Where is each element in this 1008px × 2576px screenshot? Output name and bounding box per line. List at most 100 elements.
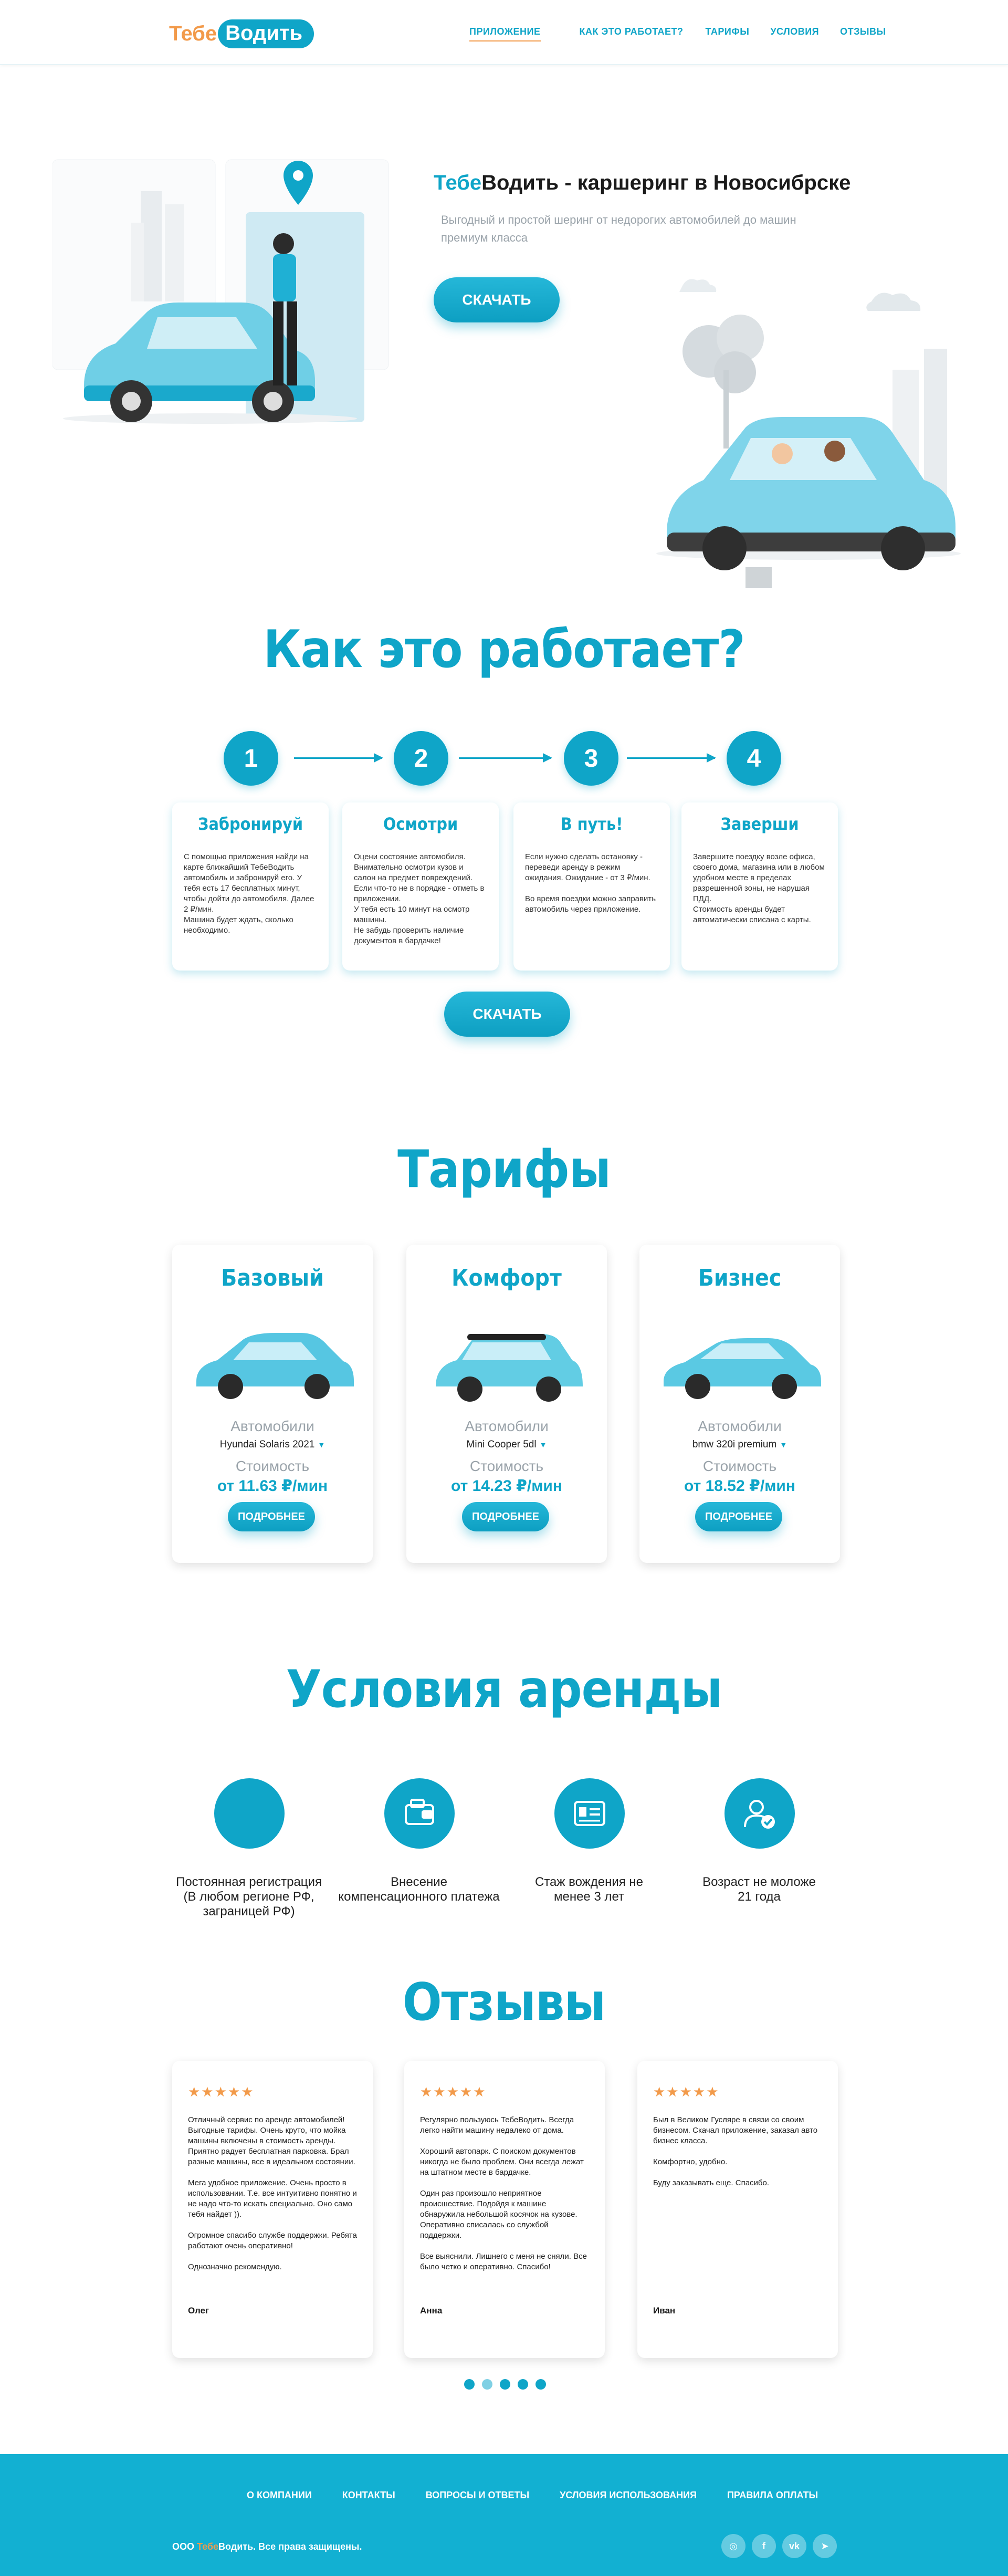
tariff-model-select[interactable]: Hyundai Solaris 2021 ▼ <box>172 1439 373 1451</box>
nav-item-reviews[interactable]: ОТЗЫВЫ <box>840 26 886 41</box>
chevron-down-icon: ▼ <box>539 1441 547 1449</box>
reviews-section-title: Отзывы <box>402 1973 606 2032</box>
tariff-name: Бизнес <box>698 1265 782 1291</box>
review-text: Регулярно пользуюсь ТебеВодить. Всегда л… <box>420 2115 587 2271</box>
tariff-card-business: Бизнес Автомобили bmw 320i premium ▼ Стои… <box>639 1245 840 1563</box>
hero-title: ТебеВодить - каршеринг в Новосибрске <box>434 171 850 195</box>
step-title: Осмотри <box>383 814 458 834</box>
carousel-dot[interactable] <box>536 2379 546 2390</box>
tariff-details-button[interactable]: ПОДРОБНЕЕ <box>462 1502 549 1531</box>
tariff-model-select[interactable]: Mini Cooper 5dl ▼ <box>406 1439 607 1451</box>
tariffs-section-title: Тарифы <box>397 1140 611 1200</box>
tariff-card-basic: Базовый Автомобили Hyundai Solaris 2021 ▼… <box>172 1245 373 1563</box>
copyright: ООО ТебеВодить. Все права защищены. <box>172 2541 362 2552</box>
how-download-button[interactable]: СКАЧАТЬ <box>444 992 570 1037</box>
review-card: ★★★★★ Был в Великом Гусляре в связи со с… <box>637 2061 838 2358</box>
rating-stars: ★★★★★ <box>188 2084 255 2100</box>
tariff-model-select[interactable]: bmw 320i premium ▼ <box>639 1439 840 1451</box>
hero-title-rest: - каршеринг в Новосибрске <box>559 171 851 194</box>
review-author: Анна <box>420 2306 443 2316</box>
condition-text: Возраст не моложе 21 года <box>702 1875 816 1904</box>
step-number-3: 3 <box>564 731 618 786</box>
footer-link-terms[interactable]: УСЛОВИЯ ИСПОЛЬЗОВАНИЯ <box>560 2490 697 2501</box>
step-card-2: Осмотри Оцени состояние автомобиля. Вним… <box>342 802 499 971</box>
tariff-model: Hyundai Solaris 2021 <box>219 1439 315 1450</box>
vk-icon[interactable]: vk <box>782 2534 806 2558</box>
step-title: В путь! <box>560 814 623 834</box>
person-check-icon <box>724 1778 795 1849</box>
hero-illustration-man-car <box>52 159 389 424</box>
tariff-card-comfort: Комфорт Автомобили Mini Cooper 5dl ▼ Стои… <box>406 1245 607 1563</box>
step-card-4: Заверши Завершите поездку возле офиса, с… <box>681 802 838 971</box>
facebook-icon[interactable]: f <box>752 2534 776 2558</box>
condition-text: Стаж вождения не менее 3 лет <box>534 1875 643 1904</box>
carousel-dot[interactable] <box>518 2379 528 2390</box>
passport-icon <box>214 1778 285 1849</box>
carousel-dot[interactable] <box>500 2379 510 2390</box>
condition-text: Внесение компенсационного платежа <box>338 1875 500 1904</box>
chevron-down-icon: ▼ <box>780 1441 788 1449</box>
step-arrow-icon <box>294 753 383 763</box>
step-title: Забронируй <box>198 814 303 834</box>
tariff-cost-label: Стоимость <box>469 1458 544 1474</box>
car-image <box>196 1333 354 1399</box>
footer-nav: О КОМПАНИИ КОНТАКТЫ ВОПРОСЫ И ОТВЕТЫ УСЛ… <box>247 2490 818 2501</box>
footer-link-contacts[interactable]: КОНТАКТЫ <box>342 2490 395 2501</box>
logo[interactable]: Тебе Водить <box>169 19 314 48</box>
footer-link-faq[interactable]: ВОПРОСЫ И ОТВЕТЫ <box>426 2490 529 2501</box>
conditions-section-title: Условия аренды <box>286 1660 723 1719</box>
license-icon <box>554 1778 625 1849</box>
step-text: Оцени состояние автомобиля. Внимательно … <box>354 852 485 945</box>
tariff-cars-label: Автомобили <box>465 1418 549 1434</box>
copyright-brand-b: Водить <box>218 2541 254 2552</box>
nav-item-app[interactable]: ПРИЛОЖЕНИЕ <box>469 26 541 41</box>
nav-item-tariffs[interactable]: ТАРИФЫ <box>706 26 750 41</box>
carousel-dot[interactable] <box>464 2379 475 2390</box>
hero-download-button[interactable]: СКАЧАТЬ <box>434 277 560 322</box>
footer-link-company[interactable]: О КОМПАНИИ <box>247 2490 312 2501</box>
copyright-brand-a: Тебе <box>197 2541 219 2552</box>
step-card-3: В путь! Если нужно сделать остановку - п… <box>513 802 670 971</box>
review-text: Был в Великом Гусляре в связи со своим б… <box>653 2115 818 2187</box>
step-text: Завершите поездку возле офиса, своего до… <box>693 852 825 924</box>
review-author: Иван <box>653 2306 676 2316</box>
tariff-model: bmw 320i premium <box>692 1439 777 1450</box>
step-arrow-icon <box>627 753 716 763</box>
logo-part-2: Водить <box>218 19 314 48</box>
nav-item-how[interactable]: КАК ЭТО РАБОТАЕТ? <box>580 26 684 41</box>
tariff-name: Базовый <box>221 1265 324 1291</box>
copyright-suffix: . Все права защищены. <box>253 2541 362 2552</box>
hero-title-brand-a: Тебе <box>434 171 482 194</box>
step-number-4: 4 <box>727 731 781 786</box>
rating-stars: ★★★★★ <box>653 2084 720 2100</box>
review-text: Отличный сервис по аренде автомобилей! В… <box>188 2115 357 2271</box>
footer-link-payment-rules[interactable]: ПРАВИЛА ОПЛАТЫ <box>727 2490 818 2501</box>
step-text: Если нужно сделать остановку - переведи … <box>525 852 656 914</box>
tariff-cost-label: Стоимость <box>235 1458 310 1474</box>
tariff-details-button[interactable]: ПОДРОБНЕЕ <box>228 1502 315 1531</box>
hero-section: ТебеВодить - каршеринг в Новосибрске Выг… <box>0 65 1008 588</box>
review-card: ★★★★★ Регулярно пользуюсь ТебеВодить. Вс… <box>404 2061 605 2358</box>
how-section-title: Как это работает? <box>263 620 745 680</box>
nav-item-conditions[interactable]: УСЛОВИЯ <box>770 26 819 41</box>
condition-text: Постоянная регистрация (В любом регионе … <box>176 1875 322 1918</box>
tariff-price: от 11.63 ₽/мин <box>217 1477 328 1495</box>
main-nav: ПРИЛОЖЕНИЕ КАК ЭТО РАБОТАЕТ? ТАРИФЫ УСЛО… <box>469 26 886 41</box>
tariff-details-button[interactable]: ПОДРОБНЕЕ <box>695 1502 782 1531</box>
instagram-icon[interactable]: ◎ <box>721 2534 746 2558</box>
step-number-2: 2 <box>394 731 448 786</box>
car-image <box>664 1338 821 1399</box>
telegram-icon[interactable]: ➤ <box>813 2534 837 2558</box>
logo-part-1: Тебе <box>169 22 217 45</box>
step-number-1: 1 <box>224 731 278 786</box>
chevron-down-icon: ▼ <box>318 1441 326 1449</box>
tariff-cost-label: Стоимость <box>702 1458 777 1474</box>
review-author: Олег <box>188 2306 209 2316</box>
step-arrow-icon <box>459 753 552 763</box>
site-header: Тебе Водить ПРИЛОЖЕНИЕ КАК ЭТО РАБОТАЕТ? … <box>0 0 1008 65</box>
hero-title-brand-b: Водить <box>481 171 559 194</box>
tariff-price: от 18.52 ₽/мин <box>684 1477 795 1495</box>
rating-stars: ★★★★★ <box>420 2084 487 2100</box>
carousel-dot[interactable] <box>482 2379 492 2390</box>
tariff-cars-label: Автомобили <box>698 1418 782 1434</box>
